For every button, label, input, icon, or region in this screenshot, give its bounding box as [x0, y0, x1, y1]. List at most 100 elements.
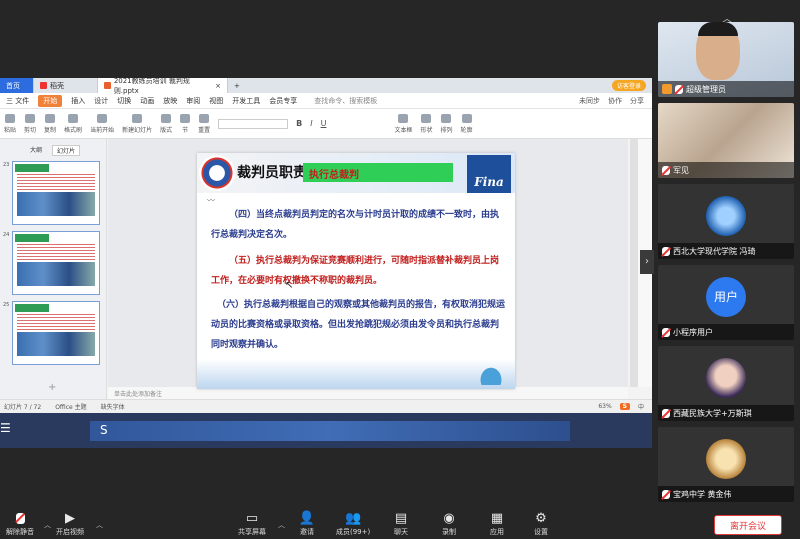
members-button[interactable]: 👥 成员(99+)	[336, 510, 370, 537]
collab-button[interactable]: 协作	[608, 96, 622, 106]
visitor-login-badge[interactable]: 访客登录	[611, 80, 646, 91]
menu-start[interactable]: 开始	[38, 94, 63, 107]
reset-icon	[199, 113, 210, 123]
slide-thumbnail[interactable]: 24	[3, 231, 100, 295]
paste-button[interactable]: 粘贴	[4, 113, 16, 134]
mic-muted-icon	[675, 84, 683, 94]
reset-button[interactable]: 重置	[198, 113, 210, 134]
avatar	[706, 196, 746, 236]
cut-button[interactable]: 剪切	[24, 113, 36, 134]
sync-status[interactable]: 未同步	[579, 96, 600, 106]
participant-tile[interactable]: 宝鸡中学 黄金伟	[658, 427, 794, 502]
start-video-button[interactable]: ▶ 开启视频	[56, 510, 84, 537]
meeting-window: ︿ 首页 稻壳 2021教练员培训 裁判规则.pptx × + 访客登录 三 文件…	[0, 0, 800, 539]
italic-icon[interactable]: I	[310, 119, 312, 128]
participant-tile[interactable]: 军见	[658, 103, 794, 178]
menu-file[interactable]: 三 文件	[6, 96, 29, 106]
mic-muted-icon	[662, 246, 670, 256]
menu-view[interactable]: 视图	[209, 96, 223, 106]
menu-member[interactable]: 会员专享	[269, 96, 297, 106]
ime-mode[interactable]: 中	[638, 402, 644, 411]
slide-thumbnail[interactable]: 23	[3, 161, 100, 225]
outline-button[interactable]: 轮廓	[461, 113, 473, 134]
textbox-button[interactable]: 文本框	[394, 113, 412, 134]
tab-daoke[interactable]: 稻壳	[34, 78, 98, 93]
tab-outline[interactable]: 大纲	[30, 145, 42, 156]
record-icon: ◉	[443, 510, 455, 526]
share-button[interactable]: 分享	[630, 96, 644, 106]
section-button[interactable]: 节	[180, 113, 191, 134]
expand-panel-icon[interactable]: ›	[640, 250, 654, 274]
menu-transition[interactable]: 切换	[117, 96, 131, 106]
share-screen-button[interactable]: ▭ 共享屏幕	[238, 510, 266, 537]
vertical-scrollbar[interactable]	[630, 139, 638, 387]
settings-button[interactable]: ⚙ 设置	[532, 510, 550, 537]
avatar	[706, 358, 746, 398]
menu-design[interactable]: 设计	[94, 96, 108, 106]
theme-name: Office 主题	[55, 404, 87, 411]
daoke-icon	[40, 82, 47, 89]
close-tab-icon[interactable]: ×	[215, 82, 221, 90]
wps-menu-bar: 三 文件 开始 插入 设计 切换 动画 放映 审阅 视图 开发工具 会员专享 查…	[0, 93, 652, 109]
members-icon: 👥	[345, 510, 362, 526]
bold-icon[interactable]: B	[296, 119, 302, 128]
slide-thumbnail-panel: 大纲 幻灯片 23 24 25 +	[0, 139, 107, 399]
mic-muted-icon	[11, 510, 29, 526]
ribbon: 粘贴 剪切 复制 格式刷 当前开始 新建幻灯片 版式 节 重置 B I U 文本…	[0, 109, 652, 139]
menu-insert[interactable]: 插入	[71, 96, 85, 106]
layout-button[interactable]: 版式	[160, 113, 172, 134]
avatar	[706, 439, 746, 479]
textbox-icon	[398, 113, 409, 123]
shape-button[interactable]: 形状	[420, 113, 432, 134]
zoom-level[interactable]: 63%	[598, 403, 611, 410]
record-button[interactable]: ◉ 录制	[440, 510, 458, 537]
apps-button[interactable]: ▦ 应用	[488, 510, 506, 537]
add-slide-icon[interactable]: +	[48, 382, 56, 393]
menu-slideshow[interactable]: 放映	[163, 96, 177, 106]
participant-tile[interactable]: 用户 小程序用户	[658, 265, 794, 340]
share-options-caret-icon[interactable]: ︿	[278, 520, 285, 530]
participant-list: 超级管理员 军见 西北大学现代学院 冯琦 用户 小程序用户 西藏民族大学+万斯琪…	[658, 22, 794, 517]
paste-icon	[5, 113, 15, 123]
hamburger-menu-icon[interactable]: ☰	[0, 421, 20, 435]
slide-counter: 幻灯片 7 / 72	[4, 404, 42, 411]
command-search[interactable]: 查找命令、搜索模板	[314, 96, 377, 106]
participant-tile[interactable]: 西藏民族大学+万斯琪	[658, 346, 794, 421]
copy-icon	[45, 113, 56, 123]
tab-slides[interactable]: 幻灯片	[52, 145, 81, 156]
mic-muted-icon	[662, 165, 670, 175]
menu-developer[interactable]: 开发工具	[232, 96, 260, 106]
new-tab-button[interactable]: +	[228, 78, 246, 93]
unmute-button[interactable]: 解除静音	[6, 510, 34, 537]
format-painter-button[interactable]: 格式刷	[64, 113, 82, 134]
status-bar: 幻灯片 7 / 72 Office 主题 缺失字体 63% S 中	[0, 399, 652, 413]
new-slide-button[interactable]: 新建幻灯片	[122, 113, 152, 134]
menu-review[interactable]: 审阅	[186, 96, 200, 106]
swimming-association-logo	[199, 155, 235, 191]
arrange-icon	[441, 113, 452, 123]
camera-off-icon: ▶	[65, 510, 75, 526]
fina-logo: Fina	[467, 155, 511, 193]
apps-icon: ▦	[490, 510, 504, 526]
sogou-ime-icon[interactable]: S	[619, 403, 630, 410]
participant-tile[interactable]: 超级管理员	[658, 22, 794, 97]
copy-button[interactable]: 复制	[44, 113, 56, 134]
chat-button[interactable]: ▤ 聊天	[392, 510, 410, 537]
slide-thumbnail[interactable]: 25	[3, 301, 100, 365]
section-icon	[180, 113, 191, 123]
menu-animation[interactable]: 动画	[140, 96, 154, 106]
invite-button[interactable]: 👤 邀请	[298, 510, 316, 537]
missing-font-indicator[interactable]: 缺失字体	[101, 402, 125, 411]
tab-home[interactable]: 首页	[0, 78, 34, 93]
slide: 裁判员职责 执行总裁判 Fina 〰 （四）当终点裁判员判定的名次与计时员计取的…	[197, 153, 515, 389]
video-options-caret-icon[interactable]: ︿	[96, 520, 103, 530]
tab-document[interactable]: 2021教练员培训 裁判规则.pptx ×	[98, 78, 228, 95]
leave-meeting-button[interactable]: 离开会议	[714, 515, 782, 535]
underline-icon[interactable]: U	[321, 119, 327, 128]
audio-options-caret-icon[interactable]: ︿	[44, 520, 51, 530]
arrange-button[interactable]: 排列	[440, 113, 453, 134]
play-current-button[interactable]: 当前开始	[90, 113, 114, 134]
participant-tile[interactable]: 西北大学现代学院 冯琦	[658, 184, 794, 259]
slide-paragraph: （五）执行总裁判为保证竞赛顺利进行，可随时指派替补裁判员上岗工作，在必要时有权撤…	[211, 256, 500, 286]
font-family-select[interactable]	[218, 118, 289, 129]
